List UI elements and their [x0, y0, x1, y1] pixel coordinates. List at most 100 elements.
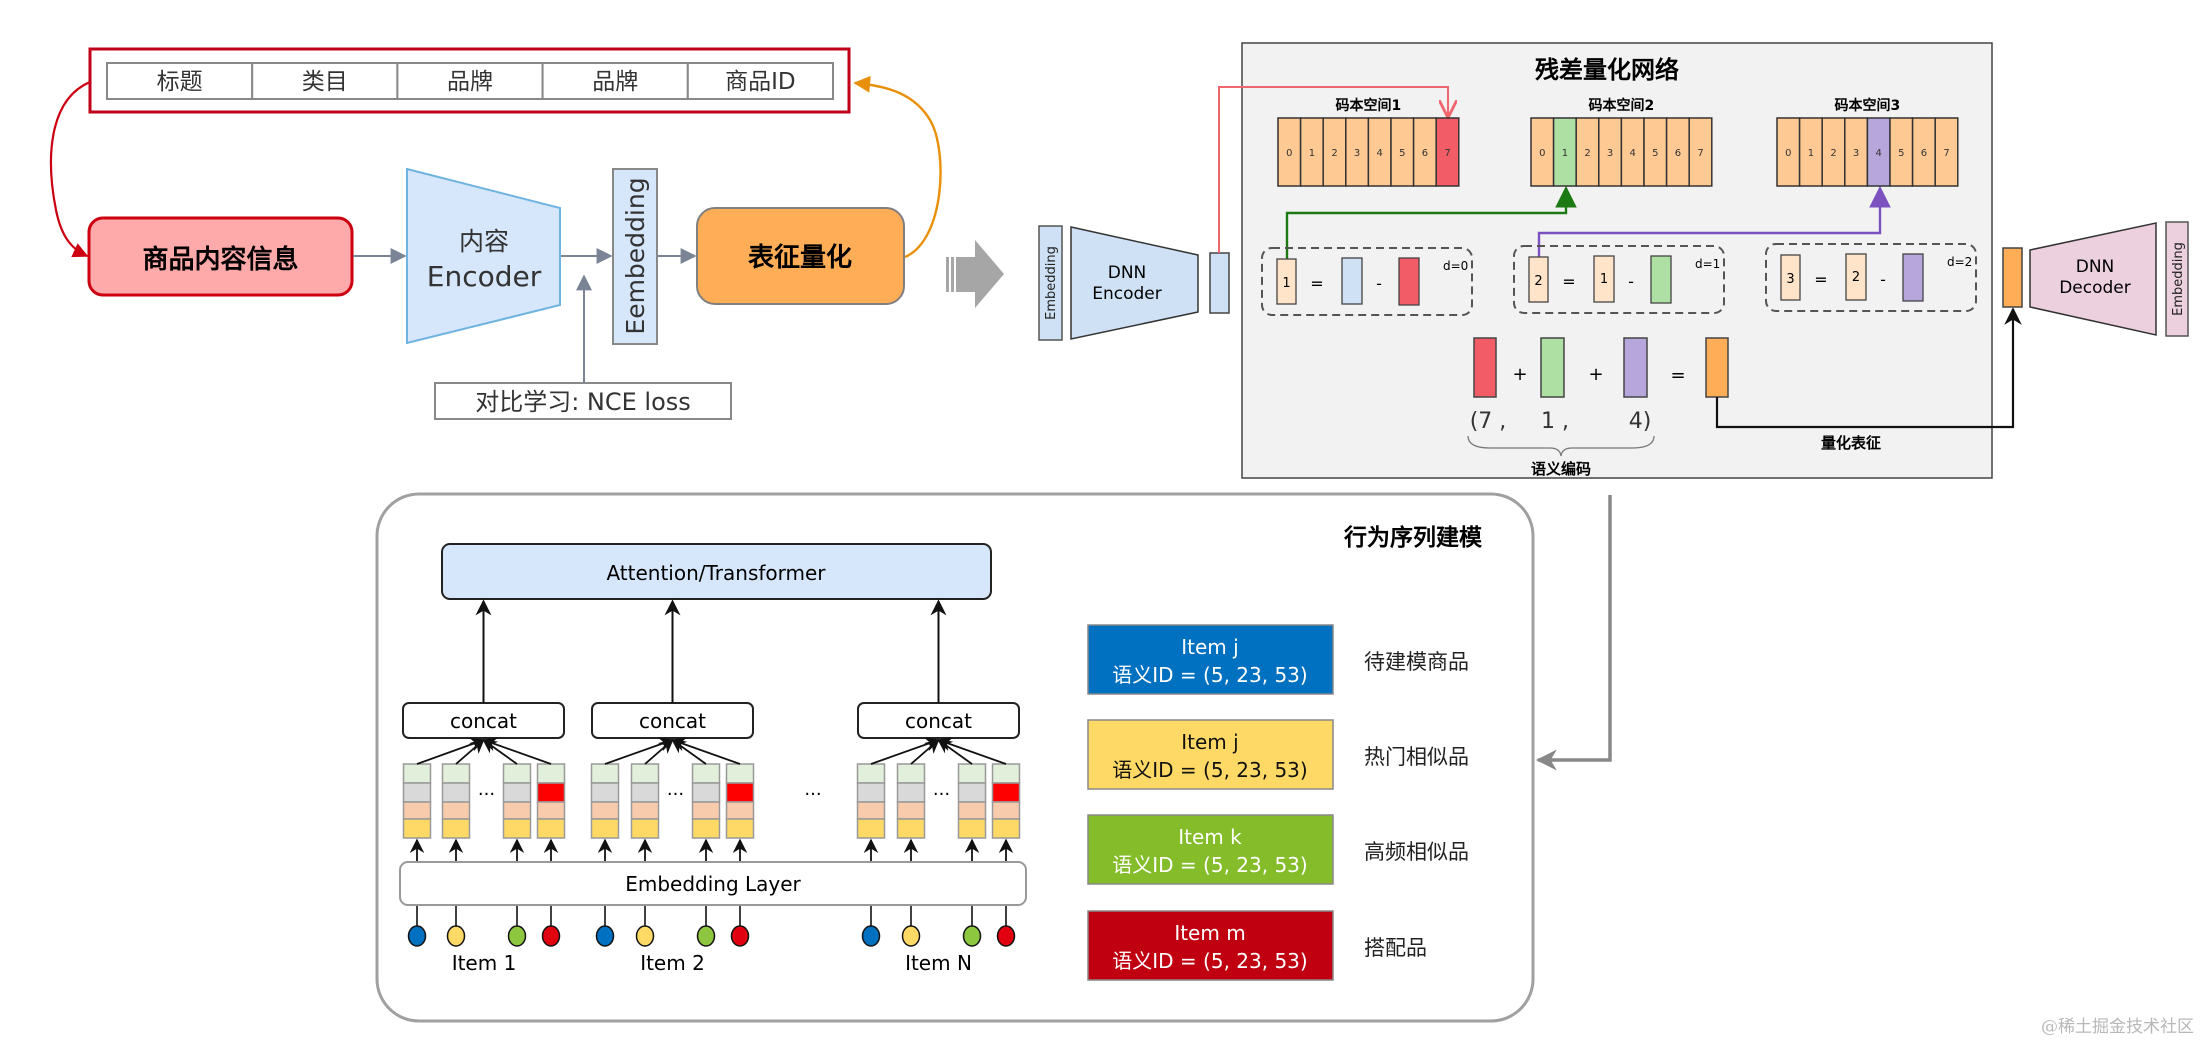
legend-semantic-id: 语义ID = (5, 23, 53) [1112, 949, 1307, 973]
embedding-cell [957, 801, 987, 820]
column-ellipsis: ··· [933, 784, 950, 805]
embedding-cell [630, 801, 660, 820]
embedding-cell [856, 801, 886, 820]
dnn-encoder-label-2: Encoder [1092, 284, 1162, 304]
equals-sign: = [1814, 270, 1827, 289]
minuend-vector-label: 2 [1852, 270, 1860, 285]
residual-vector-label: 1 [1282, 276, 1290, 291]
codebook-label: 码本空间3 [1835, 97, 1901, 114]
feature-cell: 商品ID [686, 62, 834, 100]
embedding-cell [725, 763, 755, 784]
equals-sign: = [1670, 365, 1685, 386]
embedding-label: Eembedding [621, 177, 650, 334]
dnn-encoder-label-1: DNN [1108, 263, 1147, 283]
codebook-entry-label: 6 [1675, 148, 1681, 159]
embedding-cell [725, 782, 755, 803]
encoder-label-cn: 内容 [459, 227, 509, 256]
group-ellipsis: ··· [804, 784, 821, 805]
legend-description: 待建模商品 [1364, 650, 1469, 674]
codebook-entry-label: 2 [1584, 148, 1590, 159]
codebook-entry-label: 4 [1377, 148, 1383, 159]
quantize-box: 表征量化 [696, 207, 905, 305]
codebook-entry-label: 4 [1630, 148, 1636, 159]
embedding-cell [402, 818, 432, 839]
feature-cell-label: 标题 [157, 69, 203, 95]
codebook-entry-label: 3 [1607, 148, 1613, 159]
embedding-cell [536, 818, 566, 839]
codebook-entry-label: 2 [1830, 148, 1836, 159]
minus-sign: - [1628, 272, 1634, 291]
embedding-cell [590, 782, 620, 803]
contrastive-box: 对比学习: NCE loss [434, 382, 732, 420]
feature-cell-label: 品牌 [447, 69, 493, 95]
item-info-label: 商品内容信息 [142, 244, 298, 275]
embedding-cell [957, 763, 987, 784]
attention-box: Attention/Transformer [441, 543, 992, 600]
semantic-code-label: 语义编码 [1531, 460, 1591, 478]
feature-dot [996, 925, 1016, 947]
dnn-encoder: DNN Encoder [1070, 226, 1199, 340]
embedding-cell [630, 763, 660, 784]
codebook-entry-label: 5 [1652, 148, 1658, 159]
codebook-entry-label: 7 [1943, 148, 1949, 159]
contrastive-label: 对比学习: NCE loss [475, 388, 691, 416]
quantize-label: 表征量化 [748, 243, 852, 273]
feature-cell-label: 类目 [302, 69, 348, 95]
codebook-entry-label: 4 [1876, 148, 1882, 159]
depth-label: d=2 [1947, 255, 1972, 269]
codebook-entry-label: 0 [1286, 148, 1292, 159]
rq-to-sequence-arrow [1535, 495, 1612, 771]
embedding-cell [896, 818, 926, 839]
rq-title: 残差量化网络 [1535, 56, 1679, 84]
codebook-entry-label: 0 [1785, 148, 1791, 159]
embedding-cell [441, 782, 471, 803]
latent-vector [1209, 252, 1230, 314]
feature-cell-label: 品牌 [592, 69, 638, 95]
residual-vector-label: 2 [1534, 274, 1542, 289]
embedding-layer: Embedding Layer [399, 861, 1027, 906]
codebook-label: 码本空间2 [1589, 97, 1655, 114]
feature-dot [541, 925, 561, 947]
codebook-entry-label: 3 [1354, 148, 1360, 159]
item-label: Item 2 [640, 951, 705, 975]
legend-description: 热门相似品 [1364, 745, 1469, 769]
embedding-cell [691, 763, 721, 784]
embedding-cell [957, 818, 987, 839]
table-to-item-arrow [49, 80, 91, 258]
equals-sign: = [1562, 272, 1575, 291]
embedding-cell [536, 763, 566, 784]
codeword-vector [1902, 253, 1924, 302]
embedding-cell [856, 763, 886, 784]
legend-semantic-id: 语义ID = (5, 23, 53) [1112, 758, 1307, 782]
embedding-cell [691, 782, 721, 803]
codebook-entry-label: 2 [1331, 148, 1337, 159]
codebook-entry-label: 1 [1309, 148, 1315, 159]
codebook-entry-label: 3 [1853, 148, 1859, 159]
embedding-cell [991, 801, 1021, 820]
embedding-cell [991, 818, 1021, 839]
code-tuple-part-3: 4) [1629, 409, 1652, 434]
embedding-cell [630, 818, 660, 839]
embedding-cell [402, 801, 432, 820]
attention-label: Attention/Transformer [606, 561, 826, 585]
codebook-entry-label: 7 [1697, 148, 1703, 159]
feature-dot [962, 925, 982, 947]
legend-item-name: Item m [1174, 921, 1245, 945]
decoder-input-vector [2002, 247, 2023, 308]
diagram-canvas: 标题 类目 品牌 品牌 商品ID 商品内容信息 内容 Encoder Eembeddin… [49, 42, 2189, 1023]
embedding-cell [896, 763, 926, 784]
embedding-cell [441, 763, 471, 784]
content-embedding-strip: Eembedding [612, 168, 658, 345]
encoder-label-en: Encoder [427, 260, 542, 293]
code-tuple-part-2: 1 , [1541, 409, 1569, 434]
embedding-cell [991, 763, 1021, 784]
embedding-cell [590, 801, 620, 820]
embedding-cell [725, 801, 755, 820]
codebook-entry-label: 5 [1399, 148, 1405, 159]
embedding-cell [630, 782, 660, 803]
rq-left-embedding: Embedding [1038, 225, 1063, 341]
legend-item-name: Item k [1178, 825, 1242, 849]
minus-sign: - [1880, 270, 1886, 289]
feature-dot [730, 925, 750, 947]
sum-vector-2 [1540, 337, 1565, 398]
